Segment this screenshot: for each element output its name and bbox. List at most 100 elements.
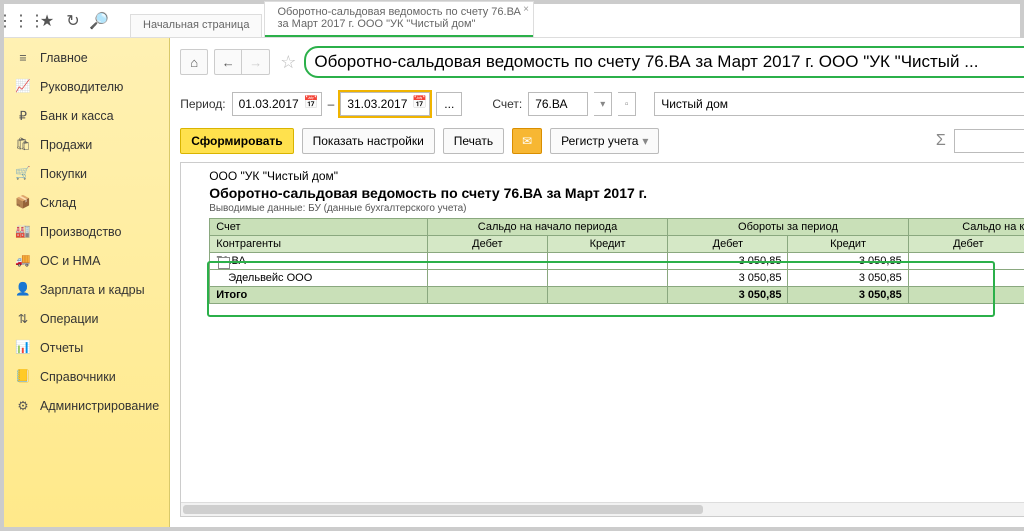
sidebar-item-label: Продажи — [40, 138, 92, 152]
calendar-icon[interactable]: 📅 — [412, 95, 427, 109]
cell — [908, 253, 1024, 270]
sidebar-item-admin[interactable]: ⚙Администрирование — [4, 391, 169, 420]
home-button[interactable]: ⌂ — [180, 49, 208, 75]
cart-icon: 🛒 — [14, 166, 32, 181]
truck-icon: 🚚 — [14, 253, 32, 268]
sidebar-item-stock[interactable]: 📦 Склад — [4, 188, 169, 217]
forward-button[interactable]: → — [242, 49, 270, 75]
account-input[interactable] — [528, 92, 588, 116]
tab-label: Оборотно-сальдовая ведомость по счету 76… — [277, 6, 520, 31]
cell — [427, 270, 547, 287]
back-button[interactable]: ← — [214, 49, 242, 75]
cell — [908, 270, 1024, 287]
sidebar-item-purchases[interactable]: 🛒Покупки — [4, 159, 169, 188]
sidebar-item-reports[interactable]: 📊 Отчеты — [4, 333, 169, 362]
sidebar-item-bank[interactable]: ₽ Банк и касса — [4, 101, 169, 130]
main-area: ⌂ ← → ☆ Оборотно-сальдовая ведомость по … — [170, 38, 1024, 527]
sidebar-item-label: Отчеты — [40, 341, 83, 355]
sidebar-item-manager[interactable]: 📈 Руководителю — [4, 72, 169, 101]
account-open-icon[interactable]: ▫ — [618, 92, 636, 116]
title-bar: ⌂ ← → ☆ Оборотно-сальдовая ведомость по … — [170, 38, 1024, 84]
cell — [908, 287, 1024, 304]
account-value[interactable] — [533, 96, 583, 112]
col-end: Сальдо на конец периода — [908, 219, 1024, 236]
gear-icon: ⚙ — [14, 398, 32, 413]
sidebar-item-label: Банк и касса — [40, 109, 114, 123]
collapse-icon[interactable]: − — [218, 257, 230, 269]
account-dropdown-icon[interactable]: ▾ — [594, 92, 612, 116]
settings-button[interactable]: Показать настройки — [302, 128, 435, 154]
cell — [547, 287, 667, 304]
ruble-icon: ₽ — [14, 108, 32, 123]
scrollbar-horizontal[interactable] — [181, 502, 1024, 516]
tab-label: Начальная страница — [143, 19, 249, 31]
table-row[interactable]: Эдельвейс ООО 3 050,85 3 050,85 — [210, 270, 1024, 287]
history-icon[interactable]: ↻ — [60, 8, 86, 34]
sidebar-item-label: Справочники — [40, 370, 116, 384]
sidebar-item-payroll[interactable]: 👤 Зарплата и кадры — [4, 275, 169, 304]
cell-name: Итого — [210, 287, 428, 304]
cell: 3 050,85 — [668, 253, 788, 270]
box-icon: 📦 — [14, 195, 32, 210]
register-label: Регистр учета — [561, 134, 638, 148]
period-picker-button[interactable]: ... — [436, 92, 462, 116]
sidebar-item-label: Операции — [40, 312, 98, 326]
cell: 3 050,85 — [788, 287, 908, 304]
mail-button[interactable]: ✉ — [512, 128, 542, 154]
action-bar: Сформировать Показать настройки Печать ✉… — [170, 124, 1024, 162]
sigma-icon: Σ — [936, 132, 946, 150]
col-begin: Сальдо на начало периода — [427, 219, 667, 236]
sidebar-item-sales[interactable]: 🛍 Продажи — [4, 130, 169, 159]
report-subtitle: Выводимые данные: БУ (данные бухгалтерск… — [209, 203, 1024, 214]
sidebar-item-dicts[interactable]: 📒Справочники — [4, 362, 169, 391]
cell — [427, 253, 547, 270]
sidebar-item-operations[interactable]: ⇅Операции — [4, 304, 169, 333]
chart-icon: 📈 — [14, 79, 32, 94]
report-title: Оборотно-сальдовая ведомость по счету 76… — [209, 185, 1024, 201]
mail-icon: ✉ — [522, 134, 532, 148]
close-icon[interactable]: × — [523, 4, 529, 15]
star-icon[interactable]: ★ — [34, 8, 60, 34]
org-input[interactable] — [654, 92, 1024, 116]
period-label: Период: — [180, 97, 225, 111]
sidebar-item-label: Склад — [40, 196, 76, 210]
date-to-input[interactable]: 📅 — [340, 92, 430, 116]
sidebar-item-label: ОС и НМА — [40, 254, 100, 268]
sidebar-item-main[interactable]: ≡Главное — [4, 44, 169, 72]
calendar-icon[interactable]: 📅 — [304, 95, 319, 109]
cell-name: Эдельвейс ООО — [210, 270, 428, 287]
register-button[interactable]: Регистр учета ▾ — [550, 128, 659, 154]
date-from-input[interactable]: 📅 — [232, 92, 322, 116]
tab-strip: Начальная страница Оборотно-сальдовая ве… — [130, 4, 536, 37]
bag-icon: 🛍 — [14, 137, 32, 152]
col-turnover: Обороты за период — [668, 219, 908, 236]
print-button[interactable]: Печать — [443, 128, 504, 154]
cell: 3 050,85 — [788, 253, 908, 270]
sidebar-item-assets[interactable]: 🚚 ОС и НМА — [4, 246, 169, 275]
bars-icon: 📊 — [14, 340, 32, 355]
sidebar-item-label: Производство — [40, 225, 122, 239]
search-icon[interactable]: 🔍 — [86, 8, 112, 34]
col-debit: Дебет — [668, 236, 788, 253]
sidebar: ≡Главное 📈 Руководителю ₽ Банк и касса 🛍 Пр… — [4, 38, 170, 527]
cell — [547, 253, 667, 270]
sidebar-item-production[interactable]: 🏭 Производство — [4, 217, 169, 246]
org-value[interactable] — [659, 96, 1024, 112]
run-button[interactable]: Сформировать — [180, 128, 293, 154]
factory-icon: 🏭 — [14, 224, 32, 239]
table-row-total: Итого 3 050,85 3 050,85 — [210, 287, 1024, 304]
filter-bar: Период: 📅 – 📅 ... Счет: ▾ ▫ ▾ ▫ — [170, 84, 1024, 124]
tab-home[interactable]: Начальная страница — [130, 14, 262, 37]
person-icon: 👤 — [14, 282, 32, 297]
col-debit: Дебет — [427, 236, 547, 253]
tab-report[interactable]: Оборотно-сальдовая ведомость по счету 76… — [264, 1, 533, 37]
sum-output: 0,00 — [954, 129, 1024, 153]
report-viewport[interactable]: ООО "УК "Чистый дом" Оборотно-сальдовая … — [180, 162, 1024, 517]
page-title: Оборотно-сальдовая ведомость по счету 76… — [304, 46, 1024, 78]
sidebar-item-label: Руководителю — [40, 80, 123, 94]
apps-icon[interactable]: ⋮⋮⋮ — [8, 8, 34, 34]
sidebar-item-label: Зарплата и кадры — [40, 283, 145, 297]
favorite-icon[interactable]: ☆ — [280, 52, 296, 73]
menu-icon: ≡ — [14, 51, 32, 65]
table-row[interactable]: −76.ВА 3 050,85 3 050,85 — [210, 253, 1024, 270]
